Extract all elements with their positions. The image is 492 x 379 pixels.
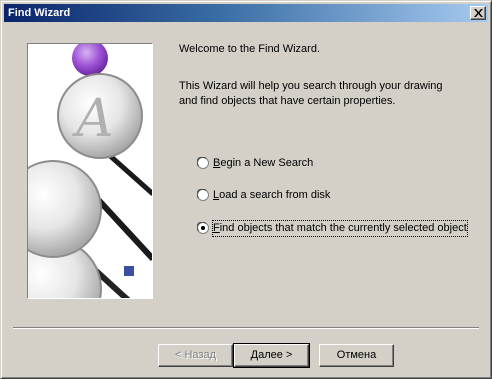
- button-separator: [13, 327, 479, 329]
- magnifying-glass-illustration: A: [28, 44, 152, 298]
- radio-label-find: Find objects that match the currently se…: [212, 220, 468, 237]
- next-button[interactable]: Далее >: [233, 343, 310, 368]
- description-line-2: and find objects that have certain prope…: [179, 95, 396, 107]
- find-wizard-window: Find Wizard A Welcome to the Find Wizard…: [0, 0, 492, 379]
- window-title: Find Wizard: [8, 7, 71, 19]
- title-bar[interactable]: Find Wizard: [4, 4, 488, 22]
- radio-unchecked-icon[interactable]: [197, 157, 209, 169]
- wizard-illustration: A: [27, 43, 153, 299]
- radio-label-load: Load a search from disk: [213, 189, 331, 201]
- radio-checked-icon[interactable]: [197, 222, 209, 234]
- description-text: This Wizard will help you search through…: [179, 79, 443, 109]
- welcome-text: Welcome to the Find Wizard.: [179, 43, 321, 55]
- close-icon: [474, 9, 483, 17]
- cancel-button[interactable]: Отмена: [319, 344, 394, 367]
- back-button[interactable]: < Назад: [158, 344, 233, 367]
- description-line-1: This Wizard will help you search through…: [179, 80, 443, 92]
- close-button[interactable]: [470, 6, 486, 20]
- svg-text:A: A: [72, 89, 114, 149]
- radio-unchecked-icon[interactable]: [197, 189, 209, 201]
- radio-label-begin: Begin a New Search: [213, 157, 314, 169]
